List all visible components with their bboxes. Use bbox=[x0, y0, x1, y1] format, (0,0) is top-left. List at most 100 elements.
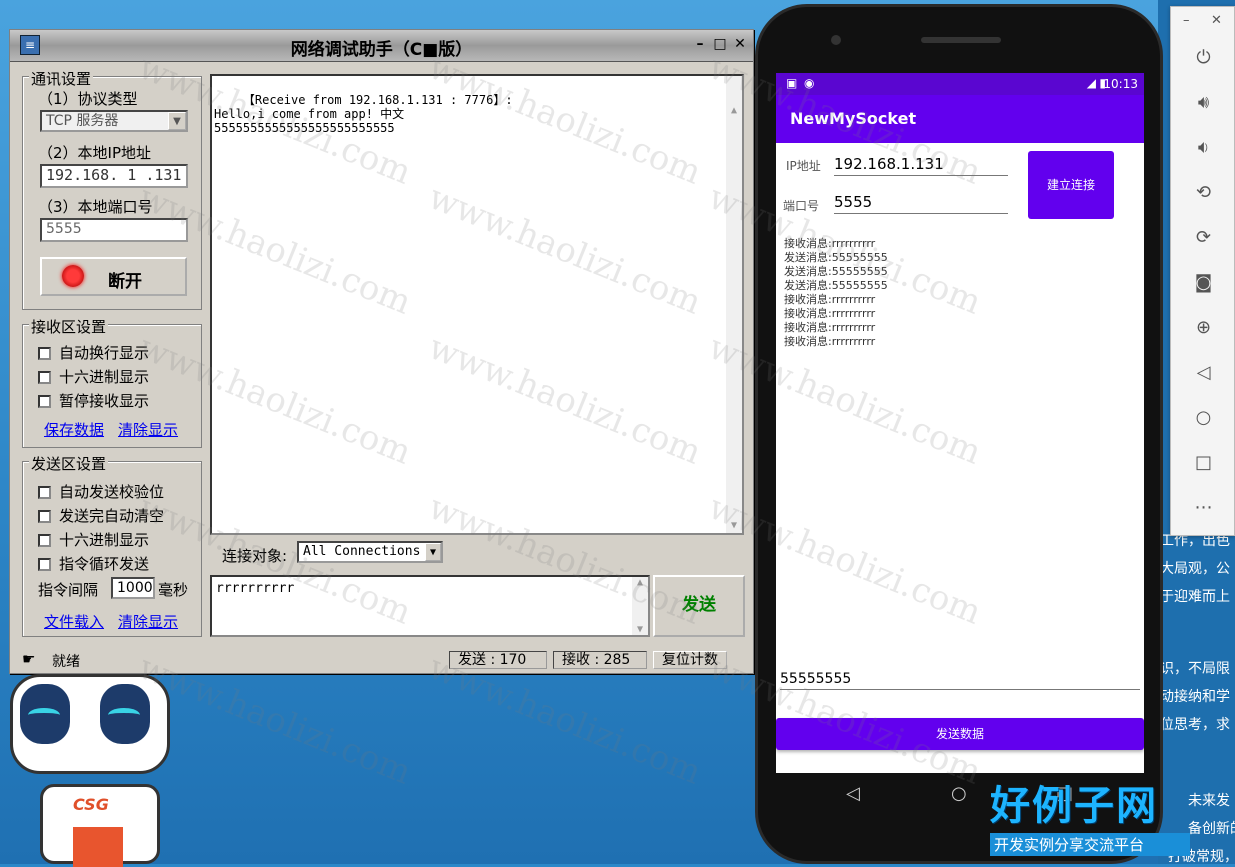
send-input[interactable]: rrrrrrrrrr ▲ ▼ bbox=[210, 575, 650, 637]
checkbox[interactable] bbox=[38, 486, 51, 499]
hand-pointer-icon: ☛ bbox=[22, 650, 36, 668]
target-select[interactable]: All Connections ▼ bbox=[297, 541, 443, 563]
checkbox-pause-recv[interactable]: 暂停接收显示 bbox=[38, 390, 149, 411]
protocol-label: （1）协议类型 bbox=[38, 90, 138, 108]
chevron-down-icon[interactable]: ▼ bbox=[168, 112, 186, 130]
interval-unit: 毫秒 bbox=[158, 581, 189, 599]
checkbox-auto-clear[interactable]: 发送完自动清空 bbox=[38, 505, 164, 526]
app-title: NewMySocket bbox=[790, 109, 917, 128]
minimize-icon[interactable]: – bbox=[1183, 13, 1190, 28]
log-line: 接收消息:rrrrrrrrrr bbox=[784, 237, 876, 250]
log-line: 接收消息:rrrrrrrrrr bbox=[784, 335, 876, 348]
status-bar: ▣ ◉ ◢ ▮ 10:13 bbox=[776, 73, 1144, 95]
target-value: All Connections bbox=[303, 544, 421, 559]
back-icon[interactable]: ◁ bbox=[1171, 362, 1235, 383]
receive-text: 【Receive from 192.168.1.131 : 7776】: Hel… bbox=[214, 93, 513, 135]
maximize-icon[interactable]: □ bbox=[711, 36, 729, 54]
overview-icon[interactable]: □ bbox=[1171, 452, 1235, 473]
checkbox[interactable] bbox=[38, 510, 51, 523]
checkbox-loop-send[interactable]: 指令循环发送 bbox=[38, 553, 149, 574]
logo-title: 好例子网 bbox=[990, 783, 1158, 829]
minimize-icon[interactable]: – bbox=[691, 36, 709, 54]
robot-body: CSG bbox=[40, 784, 160, 867]
signal-icon: ◢ bbox=[1086, 76, 1096, 90]
screenshot-icon[interactable]: ◙ bbox=[1171, 272, 1235, 293]
checkbox-label: 指令循环发送 bbox=[59, 555, 150, 573]
checkbox-label: 发送完自动清空 bbox=[59, 507, 165, 525]
home-icon[interactable]: ○ bbox=[1171, 407, 1235, 428]
protocol-select[interactable]: TCP 服务器 ▼ bbox=[40, 110, 188, 132]
checkbox-send-hex[interactable]: 十六进制显示 bbox=[38, 529, 149, 550]
more-icon[interactable]: ⋯ bbox=[1171, 497, 1235, 518]
interval-field[interactable]: 1000 bbox=[111, 577, 155, 599]
port-label: 端口号 bbox=[783, 199, 820, 213]
disconnect-button[interactable]: 断开 bbox=[40, 257, 187, 296]
checkbox-label: 自动发送校验位 bbox=[59, 483, 165, 501]
ip-input[interactable]: 192.168.1.131 bbox=[834, 155, 1008, 176]
connect-button[interactable]: 建立连接 bbox=[1028, 151, 1114, 219]
log-line: 发送消息:55555555 bbox=[784, 279, 888, 292]
robot-eye-glow bbox=[28, 708, 60, 722]
scroll-down-icon[interactable]: ▼ bbox=[632, 624, 648, 635]
doc-line: 位思考，求 bbox=[1160, 717, 1230, 733]
scroll-up-icon[interactable]: ▲ bbox=[632, 577, 648, 588]
message-input[interactable]: 55555555 bbox=[780, 671, 1140, 690]
clock: 10:13 bbox=[1103, 77, 1138, 91]
window-title: 网络调试助手（C■版） bbox=[290, 40, 473, 60]
reset-count-button[interactable]: 复位计数 bbox=[653, 651, 727, 669]
protocol-value: TCP 服务器 bbox=[46, 113, 119, 129]
port-label: （3）本地端口号 bbox=[38, 198, 153, 216]
robot-badge: CSG bbox=[73, 795, 109, 814]
checkbox-label: 暂停接收显示 bbox=[59, 392, 150, 410]
close-icon[interactable]: ✕ bbox=[731, 36, 749, 54]
clear-send-link[interactable]: 清除显示 bbox=[118, 611, 178, 632]
file-load-link[interactable]: 文件载入 bbox=[44, 611, 104, 632]
checkbox[interactable] bbox=[38, 371, 51, 384]
robot-mascot: CSG bbox=[0, 674, 180, 867]
home-icon[interactable]: ○ bbox=[951, 783, 967, 804]
title-bar[interactable]: ≡ 网络调试助手（C■版） – □ ✕ bbox=[10, 30, 753, 62]
port-input[interactable]: 5555 bbox=[834, 193, 1008, 214]
power-icon[interactable]: ⏻ bbox=[1171, 47, 1235, 68]
ip-field[interactable]: 192.168. 1 .131 bbox=[40, 164, 188, 188]
volume-up-icon[interactable]: 🔊︎ bbox=[1171, 92, 1235, 113]
notification-icon: ▣ bbox=[786, 76, 798, 90]
checkbox-auto-wrap[interactable]: 自动换行显示 bbox=[38, 342, 149, 363]
checkbox-hex-display[interactable]: 十六进制显示 bbox=[38, 366, 149, 387]
receive-area[interactable]: 【Receive from 192.168.1.131 : 7776】: Hel… bbox=[210, 74, 744, 535]
send-button[interactable]: 发送 bbox=[653, 575, 745, 637]
close-icon[interactable]: ✕ bbox=[1211, 13, 1222, 28]
log-line: 发送消息:55555555 bbox=[784, 265, 888, 278]
port-field[interactable]: 5555 bbox=[40, 218, 188, 242]
save-data-link[interactable]: 保存数据 bbox=[44, 419, 104, 440]
clear-recv-link[interactable]: 清除显示 bbox=[118, 419, 178, 440]
zoom-icon[interactable]: ⊕ bbox=[1171, 317, 1235, 338]
robot-chest bbox=[73, 827, 123, 867]
volume-down-icon[interactable]: 🔉︎ bbox=[1171, 137, 1235, 158]
chevron-down-icon[interactable]: ▼ bbox=[425, 543, 441, 561]
target-label: 连接对象: bbox=[222, 547, 288, 565]
send-data-button[interactable]: 发送数据 bbox=[776, 718, 1144, 750]
disconnect-label: 断开 bbox=[108, 272, 142, 292]
send-scrollbar[interactable]: ▲ ▼ bbox=[632, 577, 648, 635]
robot-eye-glow bbox=[108, 708, 140, 722]
back-icon[interactable]: ◁ bbox=[846, 783, 860, 804]
scroll-up-icon[interactable]: ▲ bbox=[726, 104, 742, 118]
checkbox-label: 十六进制显示 bbox=[59, 531, 150, 549]
doc-line: 备创新的能 bbox=[1188, 821, 1235, 837]
checkbox[interactable] bbox=[38, 395, 51, 408]
scroll-down-icon[interactable]: ▼ bbox=[726, 519, 742, 533]
rotate-right-icon[interactable]: ⟳ bbox=[1171, 227, 1235, 248]
android-phone: ▣ ◉ ◢ ▮ 10:13 NewMySocket IP地址 192.168.1… bbox=[755, 4, 1163, 864]
checkbox[interactable] bbox=[38, 347, 51, 360]
receive-scrollbar[interactable]: ▲ ▼ bbox=[726, 76, 742, 533]
log-line: 接收消息:rrrrrrrrrr bbox=[784, 321, 876, 334]
doc-line: 识，不局限 bbox=[1160, 661, 1230, 677]
app-bar: NewMySocket bbox=[776, 95, 1144, 143]
checkbox[interactable] bbox=[38, 558, 51, 571]
speaker-grill bbox=[921, 37, 1001, 43]
rotate-left-icon[interactable]: ⟲ bbox=[1171, 182, 1235, 203]
ip-label: （2）本地IP地址 bbox=[38, 144, 152, 162]
checkbox-auto-checksum[interactable]: 自动发送校验位 bbox=[38, 481, 164, 502]
checkbox[interactable] bbox=[38, 534, 51, 547]
